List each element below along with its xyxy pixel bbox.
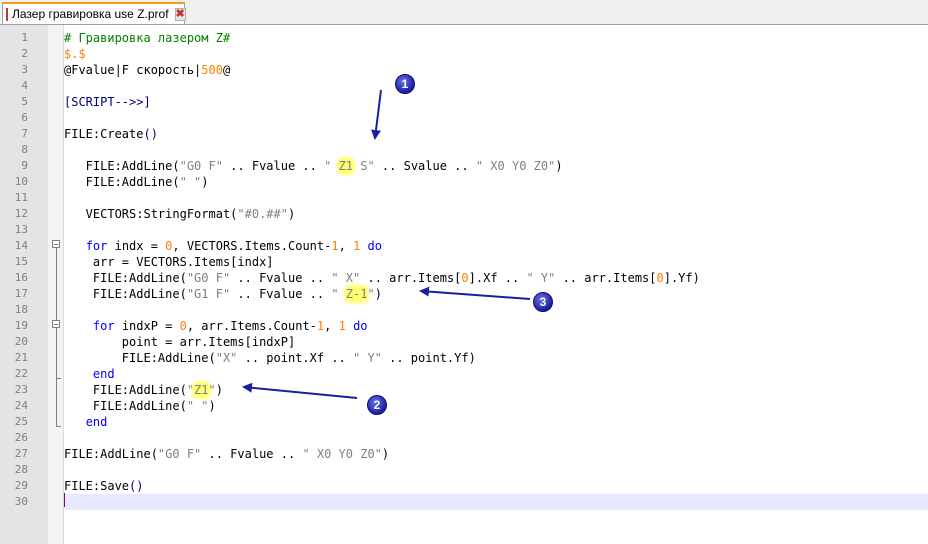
- annotation-marker-3: 3: [533, 292, 553, 312]
- annotation-marker-1: 1: [395, 74, 415, 94]
- arrow-3: [419, 286, 531, 300]
- arrow-2: [242, 382, 358, 399]
- annotation-marker-2: 2: [367, 395, 387, 415]
- annotation-arrows: [242, 89, 531, 399]
- arrow-1: [371, 89, 382, 140]
